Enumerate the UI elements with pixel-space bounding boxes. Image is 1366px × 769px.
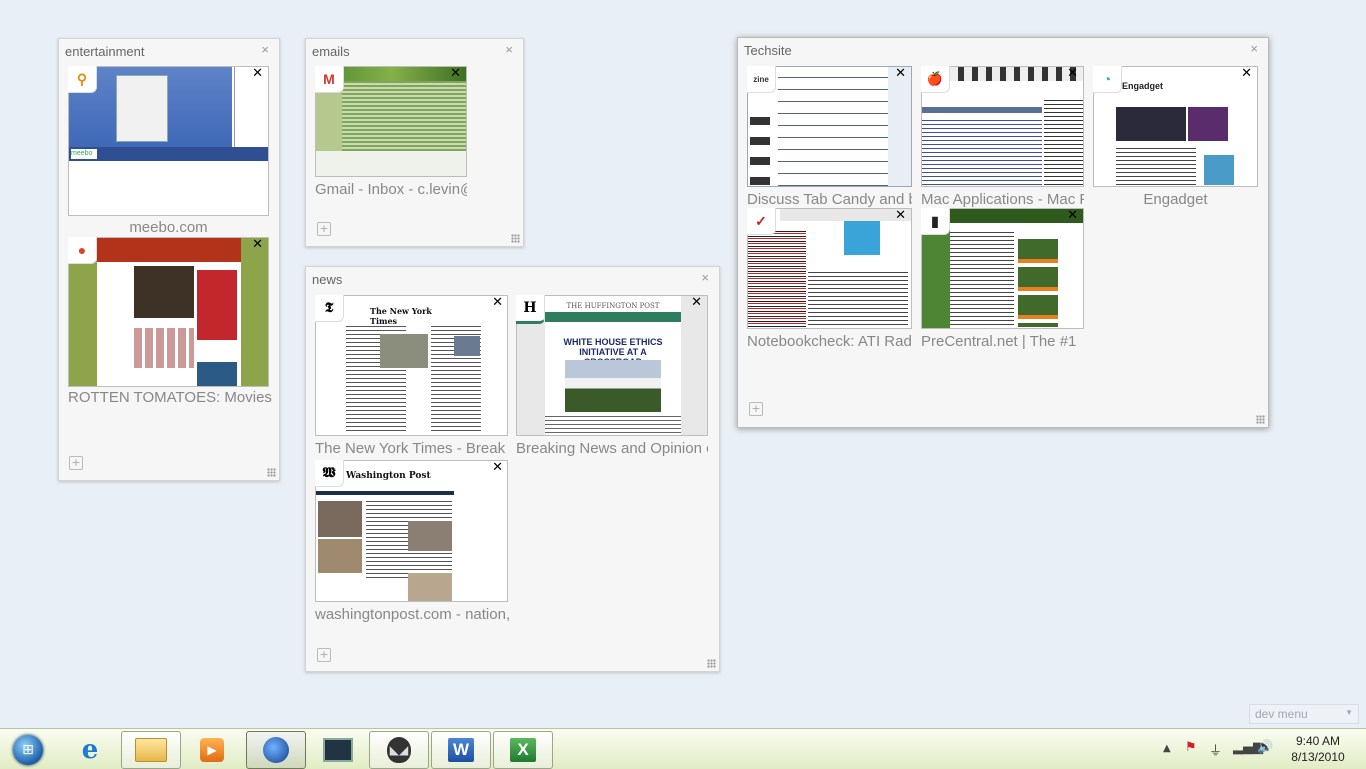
- resize-handle[interactable]: [267, 468, 276, 477]
- tab-mac-applications[interactable]: 🍎 ✕ Mac Applications - Mac Fo: [921, 66, 1084, 211]
- group-title[interactable]: Techsite: [744, 43, 792, 58]
- new-tab-button[interactable]: +: [749, 402, 763, 416]
- alien-icon: ◣◢: [387, 737, 411, 763]
- resize-handle[interactable]: [1256, 415, 1265, 424]
- group-techsite[interactable]: Techsite × zine ✕ Discuss Tab Candy and …: [737, 37, 1269, 428]
- firefox-button[interactable]: [246, 731, 306, 769]
- tab-title: ROTTEN TOMATOES: Movies: [68, 389, 272, 406]
- tab-discuss-tab-candy[interactable]: zine ✕ Discuss Tab Candy and b: [747, 66, 912, 211]
- show-hidden-icons-icon[interactable]: ▲: [1163, 743, 1171, 754]
- excel-icon: X: [510, 738, 536, 762]
- close-icon[interactable]: ✕: [252, 66, 263, 81]
- tab-washingtonpost[interactable]: Washington Post 𝖂 ✕ washingtonpost.com -…: [315, 460, 509, 625]
- close-icon[interactable]: ✕: [450, 66, 461, 81]
- system-monitor-button[interactable]: [308, 731, 368, 769]
- tab-title: Breaking News and Opinion o: [516, 440, 708, 457]
- tab-rotten-tomatoes[interactable]: ● ✕ ROTTEN TOMATOES: Movies: [68, 237, 272, 411]
- windows-logo-icon: ⊞: [13, 735, 43, 765]
- volume-icon[interactable]: 🔊: [1257, 740, 1273, 755]
- close-icon[interactable]: ×: [505, 42, 513, 57]
- close-icon[interactable]: ✕: [691, 295, 702, 310]
- tab-nytimes[interactable]: The New York Times 𝕿 ✕ The New York Time…: [315, 295, 509, 459]
- group-news[interactable]: news × The New York Times 𝕿 ✕ The New Yo…: [305, 266, 720, 672]
- huffpost-icon: H: [516, 295, 545, 324]
- tab-title: washingtonpost.com - nation,: [315, 606, 509, 623]
- close-icon[interactable]: ✕: [492, 295, 503, 310]
- tab-precentral[interactable]: ▮ ✕ PreCentral.net | The #1: [921, 208, 1084, 353]
- system-clock[interactable]: 9:40 AM 8/13/2010: [1286, 733, 1350, 765]
- folder-icon: [135, 738, 167, 762]
- close-icon[interactable]: ✕: [252, 237, 263, 252]
- dev-menu-select[interactable]: dev menu ▼: [1249, 704, 1359, 724]
- excel-button[interactable]: X: [493, 731, 553, 769]
- close-icon[interactable]: ✕: [1241, 66, 1252, 81]
- tab-title: Gmail - Inbox - c.levin@: [315, 181, 467, 198]
- alien-app-button[interactable]: ◣◢: [369, 731, 429, 769]
- internet-explorer-button[interactable]: e: [60, 731, 120, 769]
- tab-thumbnail[interactable]: meebo: [68, 66, 269, 216]
- wapo-icon: 𝖂: [315, 460, 344, 487]
- word-icon: W: [448, 738, 474, 762]
- new-tab-button[interactable]: +: [317, 222, 331, 236]
- monitor-icon: [323, 738, 353, 762]
- media-player-button[interactable]: ▶: [182, 731, 242, 769]
- nyt-icon: 𝕿: [315, 295, 344, 322]
- close-icon[interactable]: ×: [701, 270, 709, 285]
- tab-title: Discuss Tab Candy and b: [747, 191, 912, 208]
- zine-icon: zine: [747, 66, 776, 93]
- close-icon[interactable]: ✕: [492, 460, 503, 475]
- resize-handle[interactable]: [707, 659, 716, 668]
- clock-date: 8/13/2010: [1291, 750, 1345, 764]
- new-tab-button[interactable]: +: [69, 456, 83, 470]
- close-icon[interactable]: ×: [1250, 41, 1258, 56]
- huffpost-masthead: THE HUFFINGTON POST: [566, 302, 660, 310]
- tab-gmail[interactable]: M ✕ Gmail - Inbox - c.levin@: [315, 66, 467, 206]
- internet-explorer-icon: e: [81, 735, 99, 765]
- precentral-icon: ▮: [921, 208, 950, 235]
- resize-handle[interactable]: [511, 234, 520, 243]
- close-icon[interactable]: ✕: [1067, 208, 1078, 223]
- group-entertainment[interactable]: entertainment × meebo ⚲ ✕ meebo.com ● ✕ …: [58, 38, 280, 481]
- word-button[interactable]: W: [431, 731, 491, 769]
- tab-engadget[interactable]: Engadget ◔ ✕ Engadget: [1093, 66, 1258, 211]
- dev-menu-label: dev menu: [1255, 707, 1308, 721]
- tab-title: meebo.com: [129, 219, 208, 236]
- media-player-icon: ▶: [200, 738, 224, 762]
- tomato-icon: ●: [68, 237, 97, 264]
- group-title[interactable]: entertainment: [65, 44, 145, 59]
- start-button[interactable]: ⊞: [2, 731, 54, 769]
- group-title[interactable]: news: [312, 272, 342, 287]
- windows-explorer-button[interactable]: [121, 731, 181, 769]
- flag-error-icon[interactable]: ⚑: [1185, 740, 1197, 755]
- chevron-down-icon: ▼: [1345, 708, 1353, 717]
- tab-notebookcheck[interactable]: ✓ ✕ Notebookcheck: ATI Rad: [747, 208, 912, 353]
- tab-huffpost[interactable]: THE HUFFINGTON POST WHITE HOUSE ETHICS I…: [516, 295, 708, 459]
- group-emails[interactable]: emails × M ✕ Gmail - Inbox - c.levin@ +: [305, 38, 524, 247]
- notebookcheck-icon: ✓: [747, 208, 776, 235]
- close-icon[interactable]: ✕: [1067, 66, 1078, 81]
- tab-thumbnail[interactable]: [68, 237, 269, 387]
- nyt-masthead: The New York Times: [370, 306, 432, 326]
- close-icon[interactable]: ✕: [895, 208, 906, 223]
- apple-icon: 🍎: [921, 66, 950, 93]
- new-tab-button[interactable]: +: [317, 648, 331, 662]
- firefox-icon: [263, 737, 289, 763]
- close-icon[interactable]: ✕: [895, 66, 906, 81]
- wapo-masthead: Washington Post: [346, 471, 431, 481]
- tab-meebo[interactable]: meebo ⚲ ✕ meebo.com: [68, 66, 269, 240]
- close-icon[interactable]: ×: [261, 42, 269, 57]
- tab-title: Mac Applications - Mac Fo: [921, 191, 1084, 208]
- gmail-icon: M: [315, 66, 344, 93]
- tab-title: Notebookcheck: ATI Rad: [747, 333, 912, 350]
- power-plug-icon[interactable]: ⏚: [1209, 740, 1222, 759]
- rss-icon: ◔: [1093, 66, 1122, 93]
- meebo-icon: ⚲: [68, 66, 97, 93]
- tab-title: The New York Times - Break: [315, 440, 506, 457]
- clock-time: 9:40 AM: [1295, 734, 1341, 748]
- tab-title: Engadget: [1143, 191, 1208, 208]
- group-title[interactable]: emails: [312, 44, 350, 59]
- tab-title: PreCentral.net | The #1: [921, 333, 1077, 350]
- taskbar: ⊞ e ▶ ◣◢ W X: [0, 728, 1366, 769]
